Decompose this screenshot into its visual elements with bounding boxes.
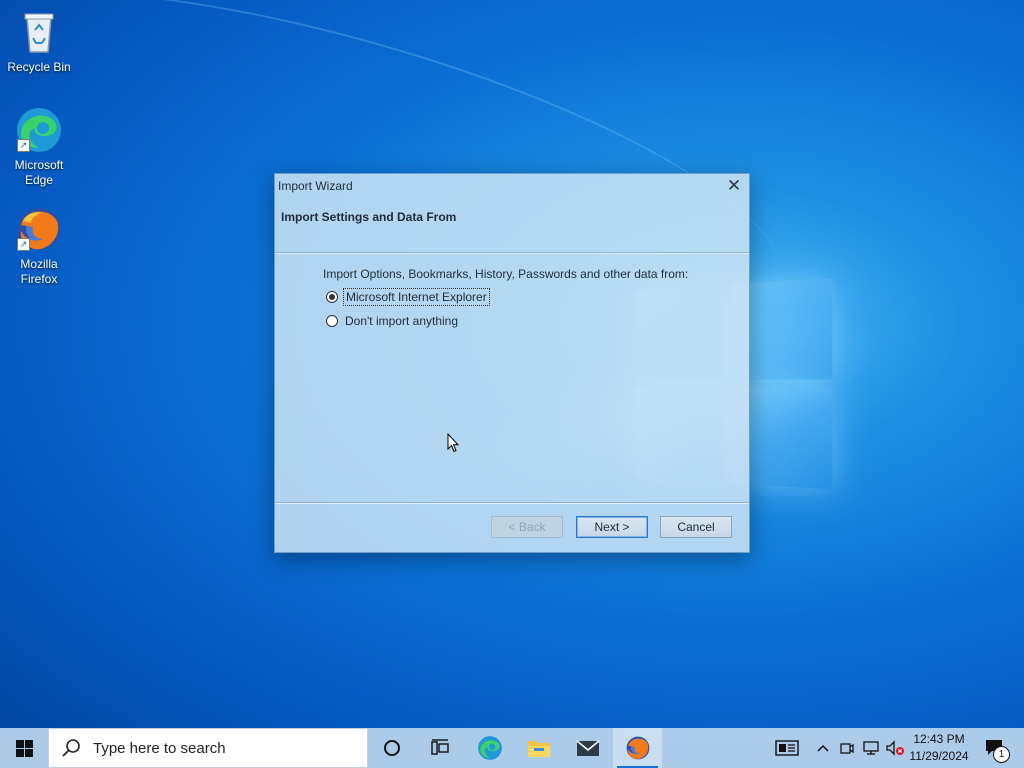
firefox-icon <box>626 736 649 760</box>
news-icon <box>775 740 799 756</box>
edge-icon <box>478 736 502 760</box>
network-icon <box>863 741 879 755</box>
search-icon <box>62 739 80 757</box>
radio-option-internet-explorer[interactable]: Microsoft Internet Explorer <box>326 288 490 306</box>
network-button[interactable] <box>860 728 882 768</box>
radio-option-dont-import[interactable]: Don't import anything <box>326 312 460 330</box>
mouse-cursor-icon <box>447 433 459 453</box>
back-button[interactable]: < Back <box>491 516 563 538</box>
desktop-icon-recycle-bin[interactable]: Recycle Bin <box>1 8 77 75</box>
task-view-icon <box>431 739 449 755</box>
radio-button-checked[interactable] <box>326 291 338 303</box>
camera-icon <box>840 743 854 754</box>
meet-now-button[interactable] <box>836 728 858 768</box>
desktop-icon-label: Mozilla Firefox <box>20 257 58 286</box>
task-view-button[interactable] <box>416 728 464 768</box>
clock[interactable]: 12:43 PM 11/29/2024 <box>902 731 976 765</box>
clock-date: 11/29/2024 <box>909 749 969 763</box>
taskbar-firefox-button[interactable] <box>613 728 662 768</box>
radio-label[interactable]: Don't import anything <box>343 313 460 329</box>
wizard-body: Import Options, Bookmarks, History, Pass… <box>275 253 749 502</box>
taskbar-mail-button[interactable] <box>564 728 612 768</box>
notification-center-button[interactable]: 1 <box>978 728 1012 768</box>
windows-start-icon <box>15 739 33 757</box>
search-placeholder: Type here to search <box>93 739 226 757</box>
file-explorer-icon <box>528 741 550 757</box>
taskbar-file-explorer-button[interactable] <box>515 728 563 768</box>
radio-label[interactable]: Microsoft Internet Explorer <box>343 288 490 306</box>
cortana-circle-icon <box>384 740 400 756</box>
edge-icon: ↗ <box>15 106 63 154</box>
show-hidden-icons-button[interactable] <box>812 728 834 768</box>
import-prompt: Import Options, Bookmarks, History, Pass… <box>323 267 689 281</box>
dialog-title: Import Wizard <box>278 179 353 193</box>
taskbar: Type here to search 12:43 PM 11/29/2024 … <box>0 728 1024 768</box>
mail-icon <box>576 740 600 756</box>
wizard-header-title: Import Settings and Data From <box>281 210 457 224</box>
next-button[interactable]: Next > <box>576 516 648 538</box>
footer-separator <box>275 502 749 503</box>
radio-button[interactable] <box>326 315 338 327</box>
close-button[interactable]: ✕ <box>719 174 749 198</box>
start-button[interactable] <box>0 728 48 768</box>
chevron-up-icon <box>817 744 829 752</box>
desktop-icon-label: Microsoft Edge <box>14 158 64 187</box>
desktop-icon-edge[interactable]: ↗ Microsoft Edge <box>1 106 77 188</box>
taskbar-edge-button[interactable] <box>466 728 514 768</box>
close-icon: ✕ <box>726 176 742 195</box>
shortcut-arrow-icon: ↗ <box>17 139 30 152</box>
news-widget-button[interactable] <box>770 728 804 768</box>
clock-time: 12:43 PM <box>913 732 965 746</box>
cancel-button[interactable]: Cancel <box>660 516 732 538</box>
taskbar-search-box[interactable]: Type here to search <box>48 728 368 768</box>
notification-count-badge: 1 <box>993 746 1010 763</box>
shortcut-arrow-icon: ↗ <box>17 238 30 251</box>
wizard-header: Import Settings and Data From <box>275 198 749 253</box>
desktop-icon-label: Recycle Bin <box>7 60 71 74</box>
firefox-icon: ↗ <box>15 205 63 253</box>
recycle-bin-icon <box>15 8 63 56</box>
dialog-titlebar[interactable]: Import Wizard ✕ <box>275 174 749 198</box>
cortana-button[interactable] <box>368 728 416 768</box>
desktop-icon-firefox[interactable]: ↗ Mozilla Firefox <box>1 205 77 287</box>
import-wizard-dialog: Import Wizard ✕ Import Settings and Data… <box>274 173 750 553</box>
